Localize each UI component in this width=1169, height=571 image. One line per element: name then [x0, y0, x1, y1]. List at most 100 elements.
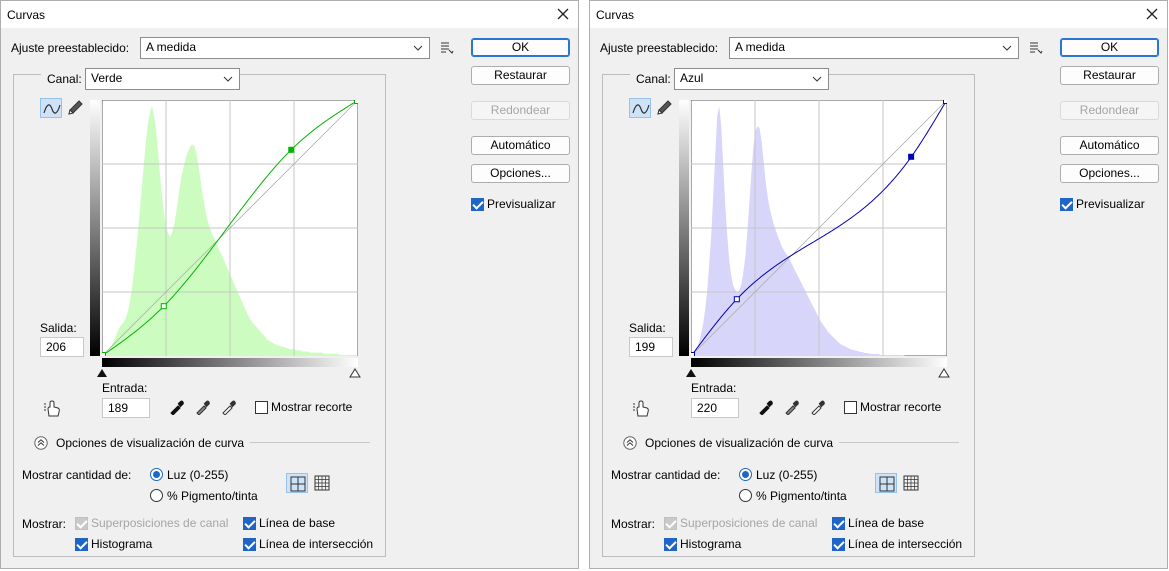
- target-adjust-hand-icon[interactable]: [632, 400, 652, 418]
- white-point-slider[interactable]: [349, 368, 361, 378]
- pigment-radio[interactable]: [150, 489, 163, 502]
- show-label: Mostrar:: [611, 517, 656, 531]
- close-icon[interactable]: [554, 5, 572, 23]
- preview-label: Previsualizar: [487, 197, 556, 211]
- preview-checkbox[interactable]: [471, 198, 484, 211]
- preset-options-icon[interactable]: [440, 41, 454, 55]
- preview-checkbox[interactable]: [1060, 198, 1073, 211]
- gray-eyedropper-icon[interactable]: [195, 399, 211, 415]
- simple-grid-icon[interactable]: [286, 473, 308, 493]
- auto-button[interactable]: Automático: [1060, 136, 1159, 155]
- restore-button[interactable]: Restaurar: [1060, 66, 1159, 85]
- title-bar[interactable]: Curvas: [590, 1, 1167, 28]
- intersection-checkbox[interactable]: [243, 538, 256, 551]
- channel-select[interactable]: Verde: [85, 68, 240, 90]
- input-field[interactable]: 220: [691, 398, 739, 418]
- show-amount-label: Mostrar cantidad de:: [22, 468, 132, 482]
- preset-label: Ajuste preestablecido:: [600, 41, 719, 55]
- output-gradient: [679, 100, 689, 356]
- show-clipping-checkbox[interactable]: [255, 401, 268, 414]
- title-bar[interactable]: Curvas: [1, 1, 578, 28]
- channel-overlays-checkbox: [75, 517, 88, 530]
- curve-graph[interactable]: [102, 100, 358, 356]
- options-button[interactable]: Opciones...: [471, 164, 570, 183]
- baseline-checkbox[interactable]: [243, 517, 256, 530]
- curve-point: [733, 296, 740, 303]
- curve-graph[interactable]: [691, 100, 947, 356]
- chevron-down-icon: [1002, 45, 1012, 51]
- intersection-label: Línea de intersección: [259, 537, 374, 551]
- pigment-radio[interactable]: [739, 489, 752, 502]
- output-gradient: [90, 100, 100, 356]
- curves-dialog-2: Curvas Ajuste preestablecido: A medida O…: [589, 0, 1168, 569]
- curve-point: [691, 352, 695, 356]
- channel-select-value: Azul: [680, 71, 704, 85]
- intersection-label: Línea de intersección: [848, 537, 963, 551]
- input-label: Entrada:: [102, 381, 148, 395]
- curve-point: [102, 352, 106, 356]
- histogram-checkbox[interactable]: [75, 538, 88, 551]
- input-field[interactable]: 189: [102, 398, 150, 418]
- selected-curve-point: [908, 153, 915, 160]
- black-point-slider[interactable]: [96, 368, 108, 378]
- ok-button[interactable]: OK: [471, 38, 570, 57]
- output-field[interactable]: 206: [40, 337, 84, 357]
- window-title: Curvas: [596, 8, 635, 22]
- collapse-icon[interactable]: [623, 436, 637, 450]
- round-button: Redondear: [1060, 101, 1159, 120]
- curve-tool-icon[interactable]: [40, 98, 62, 118]
- detailed-grid-icon[interactable]: [900, 473, 922, 493]
- collapse-icon[interactable]: [34, 436, 48, 450]
- preset-select-value: A medida: [146, 40, 197, 54]
- baseline-checkbox[interactable]: [832, 517, 845, 530]
- chevron-down-icon: [812, 76, 822, 82]
- show-clipping-label: Mostrar recorte: [271, 400, 353, 414]
- window-title: Curvas: [7, 8, 46, 22]
- pencil-icon[interactable]: [653, 98, 675, 118]
- options-button[interactable]: Opciones...: [1060, 164, 1159, 183]
- preset-options-icon[interactable]: [1029, 41, 1043, 55]
- curve-tool-icon[interactable]: [629, 98, 651, 118]
- baseline-label: Línea de base: [259, 516, 336, 530]
- input-gradient: [102, 358, 358, 367]
- preset-select-value: A medida: [735, 40, 786, 54]
- target-adjust-hand-icon[interactable]: [43, 400, 63, 418]
- restore-button[interactable]: Restaurar: [471, 66, 570, 85]
- round-button: Redondear: [471, 101, 570, 120]
- curve-point: [354, 100, 358, 104]
- white-eyedropper-icon[interactable]: [221, 399, 237, 415]
- intersection-checkbox[interactable]: [832, 538, 845, 551]
- detailed-grid-icon[interactable]: [311, 473, 333, 493]
- simple-grid-icon[interactable]: [875, 473, 897, 493]
- light-radio-label: Luz (0-255): [756, 468, 818, 482]
- curve-point: [160, 303, 167, 310]
- white-point-slider[interactable]: [938, 368, 950, 378]
- section-separator: [839, 442, 959, 443]
- gray-eyedropper-icon[interactable]: [784, 399, 800, 415]
- close-icon[interactable]: [1143, 5, 1161, 23]
- output-field[interactable]: 199: [629, 337, 673, 357]
- channel-overlays-label: Superposiciones de canal: [91, 516, 229, 530]
- section-separator: [250, 442, 370, 443]
- channel-select[interactable]: Azul: [674, 68, 829, 90]
- auto-button[interactable]: Automático: [471, 136, 570, 155]
- black-point-slider[interactable]: [685, 368, 697, 378]
- light-radio[interactable]: [739, 468, 752, 481]
- ok-button[interactable]: OK: [1060, 38, 1159, 57]
- histogram-label: Histograma: [680, 537, 742, 551]
- channel-label: Canal:: [41, 72, 88, 86]
- white-eyedropper-icon[interactable]: [810, 399, 826, 415]
- preview-label: Previsualizar: [1076, 197, 1145, 211]
- pencil-icon[interactable]: [64, 98, 86, 118]
- pigment-radio-label: % Pigmento/tinta: [167, 489, 258, 503]
- preset-select[interactable]: A medida: [140, 37, 430, 59]
- histogram-checkbox[interactable]: [664, 538, 677, 551]
- light-radio[interactable]: [150, 468, 163, 481]
- chevron-down-icon: [223, 76, 233, 82]
- black-eyedropper-icon[interactable]: [758, 399, 774, 415]
- show-amount-label: Mostrar cantidad de:: [611, 468, 721, 482]
- black-eyedropper-icon[interactable]: [169, 399, 185, 415]
- show-clipping-checkbox[interactable]: [844, 401, 857, 414]
- input-label: Entrada:: [691, 381, 737, 395]
- preset-select[interactable]: A medida: [729, 37, 1019, 59]
